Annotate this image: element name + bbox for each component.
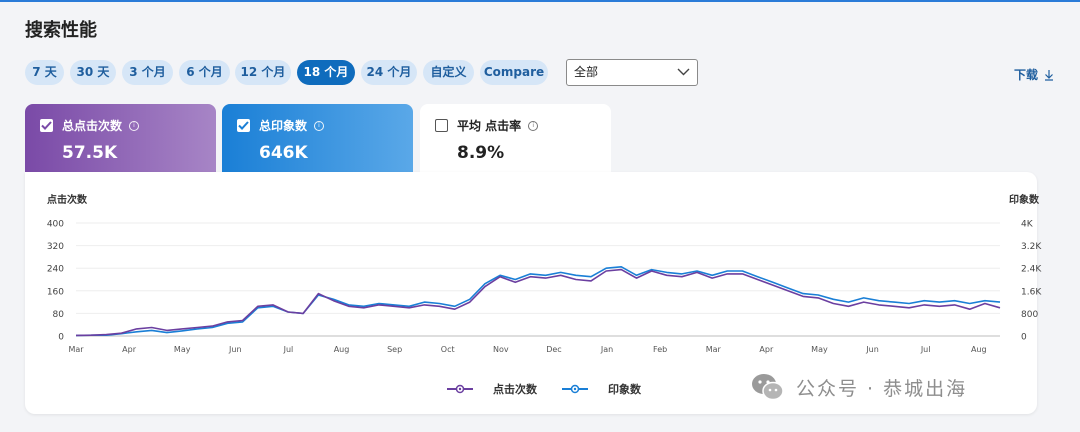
legend-label-impressions: 印象数 [608, 383, 641, 396]
right-tick-label: 1.6K [1021, 287, 1042, 297]
right-tick-label: 4K [1021, 220, 1034, 230]
x-tick-label: Jul [920, 345, 931, 354]
x-tick-label: Dec [546, 345, 561, 354]
x-tick-label: May [811, 345, 828, 354]
wechat-icon [752, 374, 784, 401]
x-tick-label: Apr [759, 345, 774, 354]
left-tick-label: 80 [53, 310, 65, 320]
legend-clicks[interactable]: 点击次数 [447, 381, 537, 397]
x-tick-label: Jun [865, 345, 879, 354]
series-line-clicks [75, 268, 1001, 337]
x-tick-label: Nov [493, 345, 509, 354]
left-tick-label: 240 [47, 265, 64, 275]
x-tick-label: Mar [706, 345, 722, 354]
left-tick-label: 160 [47, 287, 64, 297]
legend-label-clicks: 点击次数 [493, 383, 537, 396]
x-tick-label: May [174, 345, 191, 354]
watermark-text: 公众号 · 恭城出海 [796, 377, 968, 400]
right-tick-label: 0 [1021, 333, 1027, 343]
right-tick-label: 3.2K [1021, 242, 1042, 252]
performance-chart: 400 4K 320 3.2K 240 2.4K 160 1.6K 80 800 0 0 Mar Apr M… [47, 220, 1043, 355]
legend-impressions[interactable]: 印象数 [562, 381, 641, 397]
x-tick-label: Jul [283, 345, 294, 354]
right-tick-label: 800 [1021, 310, 1038, 320]
x-tick-label: Sep [387, 345, 402, 354]
x-tick-label: Jan [600, 345, 613, 354]
left-tick-label: 0 [58, 333, 64, 343]
left-tick-label: 400 [47, 220, 64, 230]
x-tick-label: Apr [122, 345, 137, 354]
legend-line-clicks-icon [447, 384, 473, 394]
x-tick-label: Feb [653, 345, 667, 354]
watermark: 公众号 · 恭城出海 [750, 372, 967, 402]
x-tick-label: Aug [334, 345, 350, 354]
x-tick-label: Aug [971, 345, 987, 354]
x-tick-label: Mar [68, 345, 84, 354]
right-tick-label: 2.4K [1021, 265, 1042, 275]
legend-line-impressions-icon [562, 384, 588, 394]
x-tick-label: Oct [441, 345, 455, 354]
x-tick-label: Jun [228, 345, 242, 354]
left-tick-label: 320 [47, 242, 64, 252]
